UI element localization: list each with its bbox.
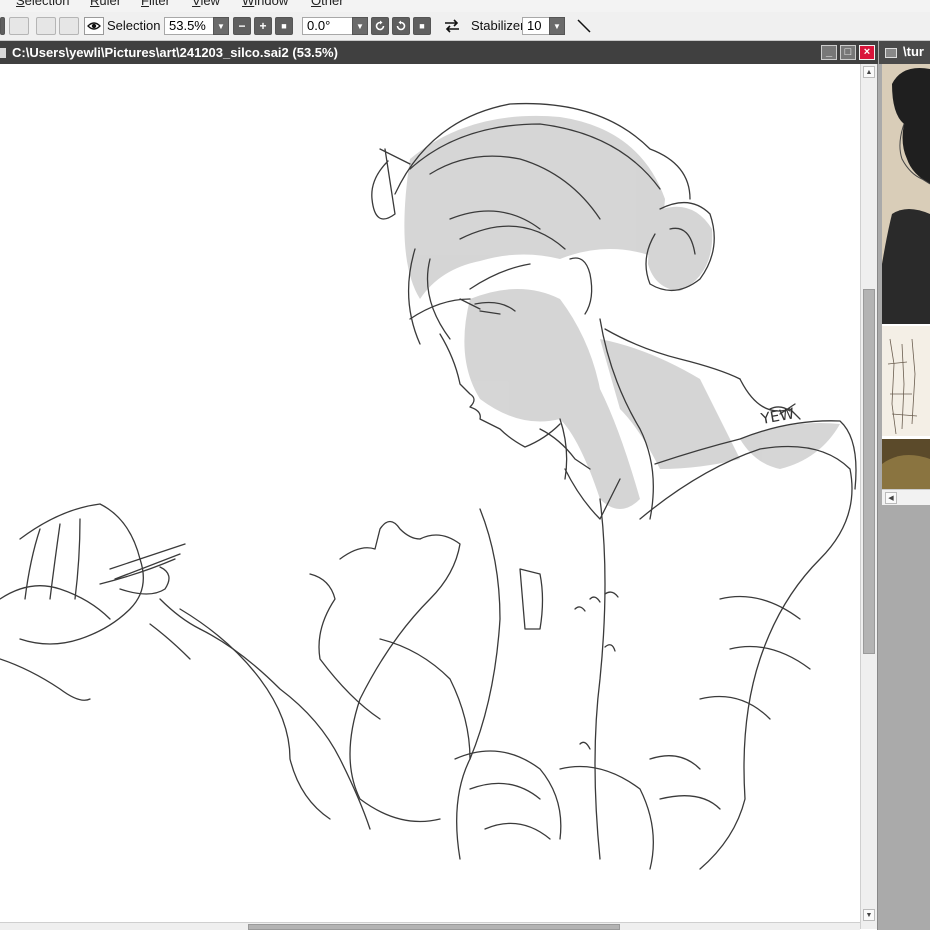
zoom-reset-button[interactable]: ■ <box>275 17 293 35</box>
arrow-left-icon: ◀ <box>888 495 894 502</box>
maximize-button[interactable]: □ <box>840 45 856 60</box>
paint-tool-sai-window: Selection Ruler Filter View Window Other… <box>0 0 930 930</box>
menu-other[interactable]: Other <box>311 0 344 8</box>
menu-window[interactable]: Window <box>242 0 288 8</box>
rotate-reset-button[interactable]: ■ <box>413 17 431 35</box>
stabilizer-field[interactable]: 10 <box>522 17 550 35</box>
rotate-left-button[interactable] <box>371 17 389 35</box>
vertical-scroll-thumb[interactable] <box>863 289 875 654</box>
selection-label: Selection <box>107 18 161 33</box>
scroll-down-button[interactable]: ▼ <box>863 909 875 921</box>
toolbar-edge-button[interactable] <box>0 17 5 35</box>
rotate-cw-icon <box>396 20 406 31</box>
menu-selection[interactable]: Selection <box>16 0 69 8</box>
eye-icon <box>87 22 101 30</box>
zoom-out-button[interactable]: − <box>233 17 251 35</box>
reference-image-content <box>882 64 930 489</box>
reference-image[interactable] <box>882 64 930 489</box>
undo-button[interactable] <box>36 17 56 35</box>
document-icon <box>0 48 6 58</box>
stabilizer-dropdown-button[interactable]: ▼ <box>549 17 565 35</box>
reference-window: \tur ◀ <box>879 41 930 930</box>
flip-horizontal-button[interactable] <box>441 17 463 35</box>
zoom-field[interactable]: 53.5% <box>164 17 214 35</box>
zoom-dropdown-button[interactable]: ▼ <box>213 17 229 35</box>
menu-view[interactable]: View <box>192 0 220 8</box>
rotation-field[interactable]: 0.0° <box>302 17 354 35</box>
image-icon <box>885 48 897 58</box>
drawing-canvas[interactable]: YEW <box>0 64 860 922</box>
vertical-scrollbar[interactable]: ▲ ▼ <box>860 64 877 929</box>
reference-horizontal-scrollbar[interactable]: ◀ <box>882 489 930 505</box>
menu-ruler[interactable]: Ruler <box>90 0 121 8</box>
document-title: C:\Users\yewli\Pictures\art\241203_silco… <box>12 45 338 60</box>
stabilizer-label: Stabilizer <box>471 18 525 33</box>
redo-button[interactable] <box>59 17 79 35</box>
selection-visibility-toggle[interactable] <box>84 17 104 35</box>
rotate-right-button[interactable] <box>392 17 410 35</box>
arrow-up-icon: ▲ <box>865 68 873 76</box>
flip-horizontal-icon <box>445 19 459 33</box>
chevron-down-icon: ▼ <box>217 21 225 31</box>
document-window: C:\Users\yewli\Pictures\art\241203_silco… <box>0 41 878 930</box>
arrow-down-icon: ▼ <box>865 911 873 919</box>
close-button[interactable]: × <box>859 45 875 60</box>
horizontal-scrollbar[interactable] <box>0 922 860 930</box>
scroll-up-button[interactable]: ▲ <box>863 66 875 78</box>
minimize-button[interactable]: _ <box>821 45 837 60</box>
scroll-left-button[interactable]: ◀ <box>885 492 897 504</box>
chevron-down-icon: ▼ <box>356 21 364 31</box>
rotate-ccw-icon <box>375 20 385 31</box>
straight-line-toggle[interactable] <box>573 17 595 35</box>
reference-title: \tur <box>903 44 924 59</box>
toolbar: Selection 53.5% ▼ − + ■ 0.0° ▼ ■ Stabili… <box>0 12 930 41</box>
chevron-down-icon: ▼ <box>553 21 561 31</box>
diagonal-line-icon <box>577 19 591 33</box>
rotation-dropdown-button[interactable]: ▼ <box>352 17 368 35</box>
menu-filter[interactable]: Filter <box>141 0 170 8</box>
menu-bar: Selection Ruler Filter View Window Other <box>0 0 930 12</box>
deselect-button[interactable] <box>9 17 29 35</box>
horizontal-scroll-thumb[interactable] <box>248 924 620 930</box>
zoom-in-button[interactable]: + <box>254 17 272 35</box>
sketch-artwork: YEW <box>0 102 857 870</box>
reference-titlebar[interactable]: \tur <box>879 41 930 64</box>
document-titlebar[interactable]: C:\Users\yewli\Pictures\art\241203_silco… <box>0 41 878 64</box>
